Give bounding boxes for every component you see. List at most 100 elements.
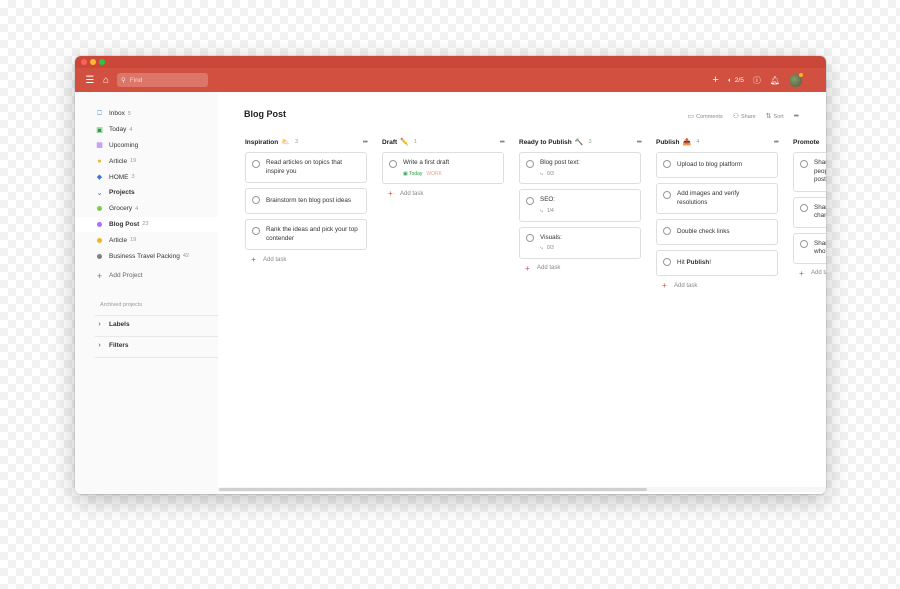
subtasks-icon: ⤷ — [540, 245, 543, 251]
due-date-today[interactable]: ▣ Today — [403, 171, 422, 178]
task-content: Shar who' — [814, 239, 826, 256]
project-count: 19 — [130, 237, 137, 244]
avatar[interactable] — [789, 72, 803, 87]
task-checkbox[interactable] — [252, 226, 260, 235]
task-checkbox[interactable] — [526, 196, 534, 205]
task-card[interactable]: Write a first draft ▣ Today WORK — [382, 152, 504, 185]
project-item-blog-post[interactable]: Blog Post 23 — [75, 216, 218, 233]
task-card[interactable]: Shar who' — [793, 232, 826, 264]
column-more-icon[interactable]: ••• — [500, 139, 505, 146]
subtask-count: 0/3 — [546, 245, 554, 251]
column-count: 3 — [294, 139, 299, 145]
task-label-work[interactable]: WORK — [426, 171, 442, 178]
task-checkbox[interactable] — [252, 195, 260, 204]
share-button[interactable]: ⚇ Share — [733, 112, 756, 120]
add-task-button[interactable]: + Add task — [523, 264, 641, 273]
add-task-button[interactable]: + Add task — [386, 189, 504, 198]
task-card[interactable]: Read articles on topics that inspire you — [245, 152, 367, 183]
notifications-bell-icon[interactable]: 🔔︎ — [770, 76, 780, 85]
task-card[interactable]: Blog post text: ⤷ 0/3 — [519, 152, 641, 185]
task-checkbox[interactable] — [252, 159, 260, 168]
task-card[interactable]: Add images and verify resolutions — [656, 183, 778, 214]
project-label: Grocery — [109, 205, 133, 213]
project-label: Blog Post — [109, 220, 140, 228]
pencil-icon: ✏️ — [400, 139, 409, 146]
help-icon[interactable]: ⓘ — [753, 75, 761, 86]
project-item-article[interactable]: Article 19 — [95, 232, 218, 248]
task-checkbox[interactable] — [800, 204, 808, 212]
horizontal-scrollbar-thumb[interactable] — [219, 488, 647, 491]
comments-label: Comments — [696, 114, 723, 120]
add-task-button[interactable]: + Add task — [660, 281, 778, 290]
task-card[interactable]: Brainstorm ten blog post ideas — [245, 188, 367, 214]
add-task-button[interactable]: + Add task — [797, 269, 826, 278]
plus-icon: + — [662, 281, 667, 290]
close-window-button[interactable] — [81, 59, 87, 65]
karma-progress[interactable]: ◐ 2/5 — [728, 77, 744, 84]
task-content: SEO: — [540, 196, 556, 204]
calendar-today-icon: ▣ — [96, 126, 103, 134]
comments-button[interactable]: ▭ Comments — [687, 112, 722, 120]
task-checkbox[interactable] — [526, 234, 534, 242]
task-checkbox[interactable] — [663, 257, 671, 266]
task-card[interactable]: Shar peop post — [793, 152, 826, 192]
task-checkbox[interactable] — [663, 226, 671, 235]
column-more-icon[interactable]: ••• — [774, 139, 779, 146]
more-options-icon[interactable]: ••• — [794, 113, 799, 120]
task-checkbox[interactable] — [389, 159, 397, 168]
labels-toggle[interactable]: › Labels — [95, 316, 218, 334]
zoom-window-button[interactable] — [99, 59, 105, 65]
task-card[interactable]: Visuals: ⤷ 0/3 — [519, 226, 641, 259]
sidebar-item-article-filter[interactable]: ● Article 19 — [95, 153, 218, 169]
sidebar-item-upcoming[interactable]: ▦ Upcoming — [95, 138, 218, 154]
column-name: Inspiration — [245, 138, 279, 146]
add-task-button[interactable]: + Add task — [249, 255, 367, 264]
task-checkbox[interactable] — [526, 159, 534, 168]
archived-projects-link[interactable]: Archived projects — [100, 298, 218, 313]
sidebar-item-inbox[interactable]: ⎕ Inbox 5 — [95, 106, 218, 122]
projects-header[interactable]: ⌄ Projects — [95, 185, 218, 201]
task-content-suffix: ! — [709, 258, 711, 266]
task-card[interactable]: Hit Publish! — [656, 250, 778, 276]
home-icon[interactable]: ⌂ — [99, 75, 113, 86]
sidebar-divider — [95, 356, 218, 358]
task-checkbox[interactable] — [800, 159, 808, 168]
project-color-dot — [97, 237, 102, 243]
task-card[interactable]: SEO: ⤷ 1/4 — [519, 189, 641, 222]
task-checkbox[interactable] — [663, 159, 671, 168]
project-item-grocery[interactable]: Grocery 4 — [95, 201, 218, 217]
search-box[interactable]: ⚲ — [117, 73, 208, 87]
sidebar-item-label: Today — [109, 126, 127, 134]
sidebar-item-label: Inbox — [109, 110, 125, 118]
share-label: Share — [740, 114, 756, 120]
sidebar-item-today[interactable]: ▣ Today 4 — [95, 122, 218, 138]
sidebar-item-label: Article — [109, 157, 128, 165]
add-task-label: Add task — [263, 256, 287, 263]
task-card[interactable]: Double check links — [656, 219, 778, 245]
task-card[interactable]: Shar chan — [793, 196, 826, 228]
task-card[interactable]: Upload to blog platform — [656, 152, 778, 178]
add-task-label: Add task — [537, 265, 561, 272]
sidebar-item-home-label[interactable]: ◆ HOME 3 — [95, 169, 218, 185]
column-more-icon[interactable]: ••• — [637, 139, 642, 146]
search-input[interactable] — [129, 76, 200, 84]
menu-icon[interactable]: ☰ — [83, 75, 97, 86]
board-column-publish: Publish 📤 4 ••• Upload to blog platform … — [656, 136, 779, 290]
top-bar-actions: + ◐ 2/5 ⓘ 🔔︎ — [712, 72, 803, 87]
task-checkbox[interactable] — [663, 190, 671, 199]
sidebar: ⎕ Inbox 5 ▣ Today 4 ▦ Upcoming ● Article… — [75, 92, 218, 494]
add-project-button[interactable]: + Add Project — [95, 268, 218, 284]
filters-toggle[interactable]: › Filters — [95, 337, 218, 355]
task-card[interactable]: Rank the ideas and pick your top contend… — [245, 219, 367, 250]
task-content: Visuals: — [540, 233, 562, 241]
project-count: 4 — [135, 205, 139, 212]
project-item-business-travel-packing[interactable]: Business Travel Packing 42 — [95, 248, 218, 264]
add-task-icon[interactable]: + — [712, 74, 718, 86]
filters-label: Filters — [109, 342, 129, 350]
add-task-label: Add task — [811, 270, 826, 276]
sort-button[interactable]: ⇅ Sort — [766, 112, 784, 120]
column-more-icon[interactable]: ••• — [363, 139, 368, 146]
minimize-window-button[interactable] — [90, 59, 96, 65]
task-content: Read articles on topics that inspire you — [266, 159, 342, 175]
task-checkbox[interactable] — [800, 240, 808, 248]
